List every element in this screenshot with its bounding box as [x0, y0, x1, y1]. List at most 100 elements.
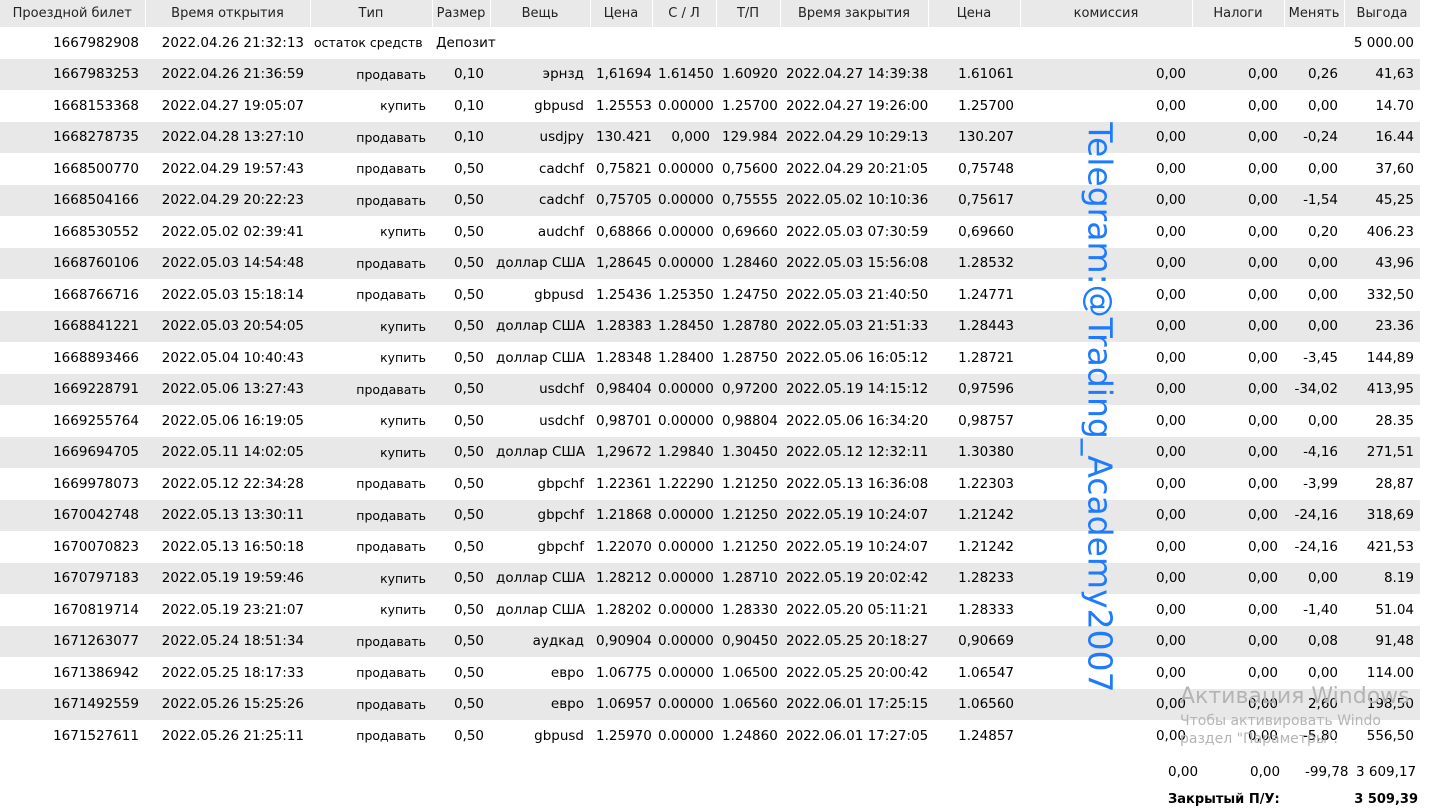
cell-symbol: доллар США	[496, 349, 586, 366]
cell-symbol: доллар США	[490, 310, 590, 342]
cell-close-price: 1.28333	[958, 601, 1014, 618]
table-row[interactable]: 1668766716 2022.05.03 15:18:14 продавать 0,…	[0, 279, 1420, 311]
table-row[interactable]: 1670042748 2022.05.13 13:30:11 продавать 0,…	[0, 499, 1420, 531]
cell-close-price: 1.21242	[928, 499, 1020, 531]
cell-close-price: 1.28233	[928, 562, 1020, 594]
cell-close-price: 0,75617	[928, 184, 1020, 216]
cell-symbol: доллар США	[490, 562, 590, 594]
cell-open-price: 0,75705	[590, 184, 652, 216]
cell-profit: 41,63	[1344, 58, 1420, 90]
column-header-close-price[interactable]: Цена	[928, 0, 1021, 27]
cell-swap: 0,00	[1307, 664, 1338, 681]
cell-open-price: 1.25970	[596, 727, 652, 744]
closed-pl-label: Закрытый П/У:	[1168, 792, 1280, 807]
table-row[interactable]: 1671386942 2022.05.25 18:17:33 продавать 0,…	[0, 657, 1420, 689]
table-row[interactable]: 1668500770 2022.04.29 19:57:43 продавать 0,…	[0, 153, 1420, 185]
cell-symbol: евро	[490, 688, 590, 720]
table-row[interactable]: 1668504166 2022.04.29 20:22:23 продавать 0,…	[0, 184, 1420, 216]
column-header-swap[interactable]: Менять	[1284, 0, 1345, 27]
cell-size: 0,50	[432, 247, 490, 279]
table-row[interactable]: 1669978073 2022.05.12 22:34:28 продавать 0,…	[0, 468, 1420, 500]
cell-size: 0,50	[432, 562, 490, 594]
cell-open-time: 2022.05.26 21:25:11	[161, 727, 304, 744]
cell-take-profit: 1.21250	[716, 499, 780, 531]
cell-profit: 14.70	[1375, 97, 1414, 114]
cell-open-price: 0,98701	[596, 412, 652, 429]
cell-take-profit: 1.06560	[716, 688, 780, 720]
table-row[interactable]: 1670819714 2022.05.19 23:21:07 купить 0,50 д…	[0, 594, 1420, 626]
cell-swap: 0,20	[1307, 223, 1338, 240]
cell-size: 0,50	[432, 373, 490, 405]
table-row[interactable]: 1670070823 2022.05.13 16:50:18 продавать 0,…	[0, 531, 1420, 563]
cell-type: купить	[380, 350, 426, 366]
cell-taxes: 0,00	[1192, 436, 1284, 468]
cell-swap: -1,54	[1284, 184, 1344, 216]
column-header-ticket[interactable]: Проездной билет	[0, 0, 146, 27]
column-header-open-price[interactable]: Цена	[590, 0, 653, 27]
cell-ticket: 1671527611	[53, 727, 139, 744]
cell-swap: -0,24	[1284, 121, 1344, 153]
cell-type: купить	[310, 310, 432, 342]
cell-open-time: 2022.05.19 19:59:46	[145, 562, 310, 594]
cell-take-profit: 1.24750	[722, 286, 778, 303]
cell-close-price: 1.22303	[958, 475, 1014, 492]
cell-take-profit: 1.25700	[722, 97, 778, 114]
cell-type: купить	[310, 436, 432, 468]
cell-close-time: 2022.05.19 20:02:42	[780, 562, 928, 594]
table-row[interactable]: 1668530552 2022.05.02 02:39:41 купить 0,50 a…	[0, 216, 1420, 248]
cell-stop-loss: 0.00000	[652, 184, 716, 216]
column-header-stop-loss[interactable]: С / Л	[652, 0, 717, 27]
column-header-commission[interactable]: комиссия	[1020, 0, 1193, 27]
cell-ticket: 1668153368	[53, 97, 139, 114]
cell-ticket: 1669978073	[53, 475, 139, 492]
deposit-row[interactable]: 1667982908 2022.04.26 21:32:13 остаток с…	[0, 27, 1420, 59]
cell-open-price: 1.28202	[596, 601, 652, 618]
table-row[interactable]: 1671492559 2022.05.26 15:25:26 продавать 0,…	[0, 688, 1420, 720]
table-row[interactable]: 1668760106 2022.05.03 14:54:48 продавать 0,…	[0, 247, 1420, 279]
cell-take-profit: 1.28750	[722, 349, 778, 366]
column-header-profit[interactable]: Выгода	[1344, 0, 1421, 27]
cell-profit: 114.00	[1366, 664, 1414, 681]
cell-symbol: audchf	[537, 223, 584, 240]
table-row[interactable]: 1667983253 2022.04.26 21:36:59 продавать 0,…	[0, 58, 1420, 90]
cell-close-price: 0,98757	[958, 412, 1014, 429]
table-row[interactable]: 1668841221 2022.05.03 20:54:05 купить 0,50 д…	[0, 310, 1420, 342]
cell-size: 0,10	[432, 121, 490, 153]
cell-taxes: 0,00	[1247, 412, 1278, 429]
table-row[interactable]: 1669694705 2022.05.11 14:02:05 купить 0,50 д…	[0, 436, 1420, 468]
table-row[interactable]: 1671263077 2022.05.24 18:51:34 продавать 0,…	[0, 625, 1420, 657]
cell-ticket: 1669228791	[0, 373, 145, 405]
column-header-take-profit[interactable]: Т/П	[716, 0, 781, 27]
cell-symbol: usdchf	[539, 412, 584, 429]
column-header-open-time[interactable]: Время открытия	[145, 0, 311, 27]
column-header-close-time[interactable]: Время закрытия	[780, 0, 929, 27]
cell-stop-loss: 0.00000	[658, 601, 714, 618]
cell-close-price: 1.24857	[958, 727, 1014, 744]
table-row[interactable]: 1671527611 2022.05.26 21:25:11 продавать 0,…	[0, 720, 1420, 752]
cell-taxes: 0,00	[1192, 562, 1284, 594]
table-row[interactable]: 1668153368 2022.04.27 19:05:07 купить 0,10 g…	[0, 90, 1420, 122]
cell-open-time: 2022.05.06 16:19:05	[161, 412, 304, 429]
cell-open-price: 1.28212	[590, 562, 652, 594]
cell-close-price: 1.28721	[958, 349, 1014, 366]
table-row[interactable]: 1668278735 2022.04.28 13:27:10 продавать 0,…	[0, 121, 1420, 153]
table-row[interactable]: 1669228791 2022.05.06 13:27:43 продавать 0,…	[0, 373, 1420, 405]
column-header-type[interactable]: Тип	[310, 0, 433, 27]
column-header-size[interactable]: Размер	[432, 0, 491, 27]
cell-close-price: 1.28443	[928, 310, 1020, 342]
cell-take-profit: 0,98804	[722, 412, 778, 429]
table-row[interactable]: 1670797183 2022.05.19 19:59:46 купить 0,50 д…	[0, 562, 1420, 594]
cell-ticket: 1669255764	[53, 412, 139, 429]
cell-close-time: 2022.05.25 20:18:27	[780, 625, 928, 657]
cell-ticket: 1668841221	[0, 310, 145, 342]
cell-size: 0,10	[432, 58, 490, 90]
cell-open-price: 1.28383	[590, 310, 652, 342]
column-header-symbol[interactable]: Вещь	[490, 0, 591, 27]
cell-size: 0,50	[453, 664, 484, 681]
table-row[interactable]: 1669255764 2022.05.06 16:19:05 купить 0,50 u…	[0, 405, 1420, 437]
cell-open-time: 2022.05.03 14:54:48	[145, 247, 310, 279]
column-header-taxes[interactable]: Налоги	[1192, 0, 1285, 27]
table-row[interactable]: 1668893466 2022.05.04 10:40:43 купить 0,50 д…	[0, 342, 1420, 374]
cell-stop-loss: 0.00000	[658, 664, 714, 681]
cell-type: продавать	[310, 499, 432, 531]
